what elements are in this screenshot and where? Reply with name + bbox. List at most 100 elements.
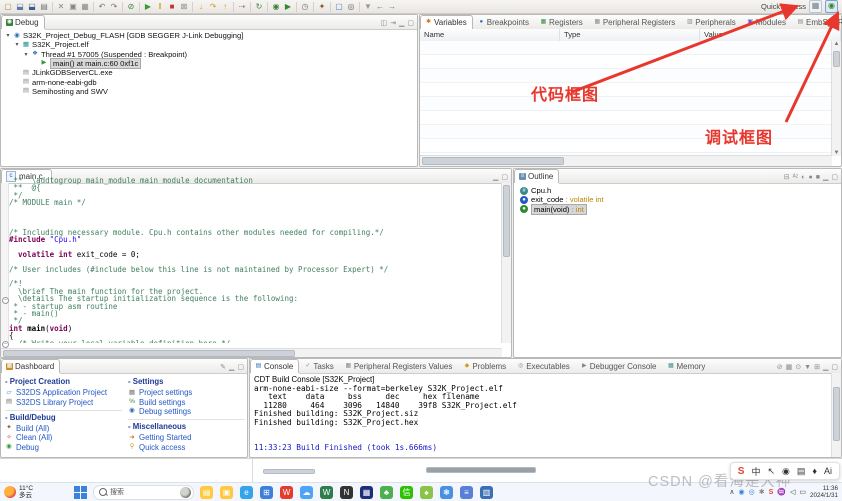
lang-chinese[interactable]: 中 xyxy=(751,465,760,478)
taskbar-icon-green-w-app[interactable]: W xyxy=(320,486,333,499)
maximize-icon[interactable]: ▢ xyxy=(237,363,244,371)
taskbar-icon-folder[interactable]: ▣ xyxy=(220,486,233,499)
paste-icon[interactable]: ▦ xyxy=(80,1,91,12)
minimize-icon[interactable]: ▁ xyxy=(399,19,404,27)
column-header-name[interactable]: Name xyxy=(420,29,560,41)
taskbar-icon-blue-pixel-app[interactable]: ▦ xyxy=(360,486,373,499)
dashboard-link-app-project[interactable]: ▱S32DS Application Project xyxy=(5,388,122,397)
console-output[interactable]: arm-none-eabi-size --format=berkeley S32… xyxy=(254,385,831,455)
minimize-icon[interactable]: ▁ xyxy=(823,363,828,371)
taskbar-icon-blue-paw-app[interactable]: ❃ xyxy=(440,486,453,499)
vars-tab-registers[interactable]: ▦Registers xyxy=(535,15,589,29)
save-icon[interactable]: ⬓ xyxy=(15,1,26,12)
taskbar-icon-green-plant-app[interactable]: ♣ xyxy=(380,486,393,499)
debug-tree-item[interactable]: ▤JLinkGDBServerCL.exe xyxy=(14,68,113,77)
keyboard-tool[interactable]: ▤ xyxy=(797,466,806,477)
scroll-lock-icon[interactable]: ⊘ xyxy=(777,363,783,371)
sogou-logo[interactable]: S xyxy=(738,466,745,477)
console-tab-problems[interactable]: ◆Problems xyxy=(458,359,512,373)
debug-tree-item[interactable]: ▶main() at main.c:60 0xf1c xyxy=(32,59,141,68)
dashboard-section-title[interactable]: - Build/Debug xyxy=(5,413,122,422)
console-tab-memory[interactable]: ▦Memory xyxy=(663,359,712,373)
vars-tab-peripheral-registers[interactable]: ▦Peripheral Registers xyxy=(589,15,681,29)
hide-nonpublic-icon[interactable]: ■ xyxy=(816,174,820,181)
build-all-icon[interactable]: ✦ xyxy=(317,1,328,12)
console-tab-console[interactable]: ▤Console xyxy=(250,359,299,373)
dashboard-link-debug[interactable]: ◉Debug xyxy=(5,443,122,452)
hide-fields-icon[interactable]: ◐ xyxy=(801,174,805,181)
forward-icon[interactable]: → xyxy=(387,1,398,12)
instruction-stepping-icon[interactable]: ⇢ xyxy=(237,1,248,12)
ai-tool[interactable]: Ai xyxy=(824,466,832,476)
dashboard-link-project-settings[interactable]: ▦Project settings xyxy=(128,388,245,397)
collapse-all-icon[interactable]: ◫ xyxy=(380,19,387,27)
debug-tree-item[interactable]: ▾▦S32K_Project.elf xyxy=(14,40,89,49)
terminate-icon[interactable]: ■ xyxy=(167,1,178,12)
skin-tool[interactable]: ♦ xyxy=(812,466,817,476)
resume-icon[interactable]: ▶ xyxy=(143,1,154,12)
vars-tab-peripherals[interactable]: ▥Peripherals xyxy=(681,15,741,29)
taskbar-icon-cloud-app[interactable]: ☁ xyxy=(300,486,313,499)
skip-breakpoints-icon[interactable]: ⊘ xyxy=(126,1,137,12)
dashboard-link-debug-settings[interactable]: ◉Debug settings xyxy=(128,407,245,416)
profile-icon[interactable]: ◷ xyxy=(300,1,311,12)
disconnect-icon[interactable]: ⊠ xyxy=(179,1,190,12)
editor-ruler[interactable]: –– xyxy=(1,183,9,343)
open-console-icon[interactable]: ⊞ xyxy=(814,363,820,371)
print-icon[interactable]: ▤ xyxy=(39,1,50,12)
dashboard-link-lib-project[interactable]: ▤S32DS Library Project xyxy=(5,397,122,406)
vars-tab-modules[interactable]: ▣Modules xyxy=(742,15,792,29)
fold-marker-icon[interactable]: – xyxy=(2,297,9,304)
column-header-type[interactable]: Type xyxy=(560,29,700,41)
save-all-icon[interactable]: ⬓ xyxy=(27,1,38,12)
tab-outline[interactable]: ≡ Outline xyxy=(514,169,559,183)
search-icon[interactable]: ◎ xyxy=(346,1,357,12)
display-console-icon[interactable]: ▼ xyxy=(804,364,811,371)
back-icon[interactable]: ← xyxy=(375,1,386,12)
console-tab-debugger-console[interactable]: ▶Debugger Console xyxy=(576,359,663,373)
dashboard-link-getting-started[interactable]: ➜Getting Started xyxy=(128,433,245,442)
cut-icon[interactable]: ✕ xyxy=(56,1,67,12)
tab-debug[interactable]: ◉ Debug xyxy=(1,15,45,29)
taskbar-icon-notion-app[interactable]: N xyxy=(340,486,353,499)
taskbar-icon-wps-office[interactable]: W xyxy=(280,486,293,499)
dashboard-link-build[interactable]: ✦Build (All) xyxy=(5,424,122,433)
suspend-icon[interactable]: ‖ xyxy=(155,1,166,12)
vars-tab-embsys-registers[interactable]: ▤EmbSys Registers xyxy=(792,15,842,29)
debug-perspective-button[interactable]: ◉ xyxy=(825,0,838,13)
cursor-tool[interactable]: ↖ xyxy=(767,466,775,477)
copy-icon[interactable]: ▣ xyxy=(68,1,79,12)
edit-icon[interactable]: ✎ xyxy=(220,363,226,371)
editor-vertical-scrollbar[interactable] xyxy=(501,183,511,343)
undo-icon[interactable]: ↶ xyxy=(97,1,108,12)
taskbar-icon-edge-browser[interactable]: e xyxy=(240,486,253,499)
taskbar-icon-yellow-green-app[interactable]: ♠ xyxy=(420,486,433,499)
expander-icon[interactable]: ▾ xyxy=(5,32,11,39)
vars-tab-breakpoints[interactable]: ●Breakpoints xyxy=(473,15,535,29)
run-icon[interactable]: ▶ xyxy=(283,1,294,12)
console-tab-tasks[interactable]: ✓Tasks xyxy=(299,359,339,373)
new-icon[interactable]: ▢ xyxy=(3,1,14,12)
clear-console-icon[interactable]: ▦ xyxy=(786,363,793,371)
taskbar-icon-wechat[interactable]: 信 xyxy=(400,486,413,499)
dashboard-bottom-hscrollbar[interactable] xyxy=(263,469,315,474)
variables-vertical-scrollbar[interactable]: ▲▼ xyxy=(831,41,841,156)
tab-dashboard[interactable]: ▦ Dashboard xyxy=(1,359,60,373)
restart-icon[interactable]: ↻ xyxy=(254,1,265,12)
debug-tree-item[interactable]: ▤arm-none-eabi-gdb xyxy=(14,78,97,87)
new-cpp-file-icon[interactable]: ▢ xyxy=(334,1,345,12)
taskbar-search[interactable]: 搜索 xyxy=(93,485,194,500)
outline-item[interactable]: ●main(void) : int xyxy=(520,205,587,214)
dashboard-link-build-settings[interactable]: %Build settings xyxy=(128,397,245,406)
dashboard-section-title[interactable]: - Miscellaneous xyxy=(128,422,245,431)
last-edit-icon[interactable]: ▼ xyxy=(363,1,374,12)
console-bottom-hscrollbar[interactable] xyxy=(426,467,536,473)
start-button[interactable] xyxy=(74,486,87,499)
taskbar-icon-city-app[interactable]: ▥ xyxy=(480,486,493,499)
sort-icon[interactable]: ᴬᶻ xyxy=(793,174,799,181)
step-over-icon[interactable]: ↷ xyxy=(208,1,219,12)
fold-marker-icon[interactable]: – xyxy=(2,341,9,348)
console-tab-executables[interactable]: ◎Executables xyxy=(512,359,576,373)
minimize-icon[interactable]: ▁ xyxy=(823,173,828,181)
maximize-icon[interactable]: ▢ xyxy=(407,19,414,27)
